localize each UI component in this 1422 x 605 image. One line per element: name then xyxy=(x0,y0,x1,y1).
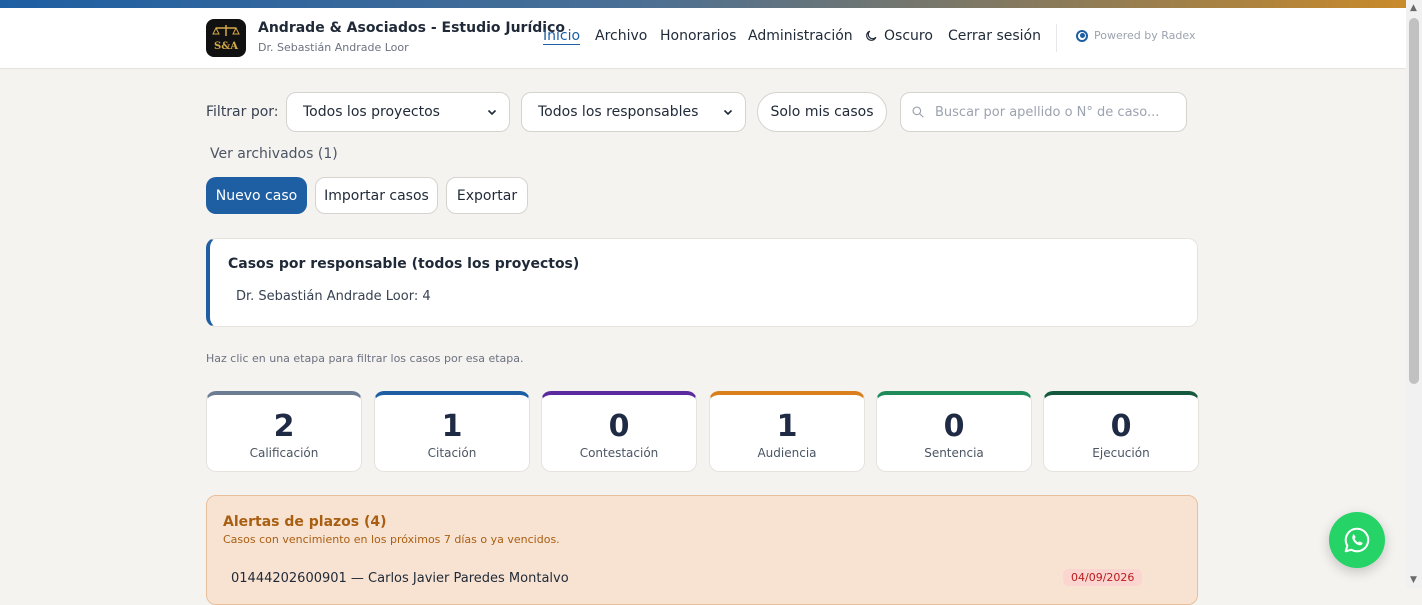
project-select[interactable]: Todos los proyectos xyxy=(286,92,510,132)
chevron-down-icon xyxy=(723,109,733,116)
stage-label: Citación xyxy=(427,446,477,460)
firm-logo[interactable]: S&A xyxy=(206,19,246,57)
stage-card-citacion[interactable]: 1 Citación xyxy=(374,391,530,472)
scroll-up-icon[interactable]: ▲ xyxy=(1410,3,1417,13)
firm-name: Andrade & Asociados - Estudio Jurídico xyxy=(258,20,565,36)
nav-honorarios[interactable]: Honorarios xyxy=(660,28,736,44)
view-archived-link[interactable]: Ver archivados (1) xyxy=(210,146,338,162)
stage-count: 0 xyxy=(943,409,965,444)
dark-mode-toggle[interactable]: Oscuro xyxy=(864,28,933,44)
export-button[interactable]: Exportar xyxy=(446,177,528,214)
stage-card-audiencia[interactable]: 1 Audiencia xyxy=(709,391,865,472)
stage-card-calificacion[interactable]: 2 Calificación xyxy=(206,391,362,472)
powered-by[interactable]: Powered by Radex xyxy=(1076,29,1195,42)
svg-text:S&A: S&A xyxy=(214,41,238,52)
deadline-alerts-title: Alertas de plazos (4) xyxy=(223,514,387,530)
whatsapp-icon xyxy=(1344,527,1370,553)
stage-count: 1 xyxy=(441,409,463,444)
stage-label: Ejecución xyxy=(1092,446,1150,460)
new-case-button[interactable]: Nuevo caso xyxy=(206,177,307,214)
dark-mode-label: Oscuro xyxy=(884,28,933,44)
deadline-alerts-subtitle: Casos con vencimiento en los próximos 7 … xyxy=(223,533,560,546)
alert-case-row[interactable]: 01444202600901 — Carlos Javier Paredes M… xyxy=(231,571,569,586)
stage-card-ejecucion[interactable]: 0 Ejecución xyxy=(1043,391,1199,472)
nav-administracion[interactable]: Administración xyxy=(748,28,853,44)
cases-by-owner-title: Casos por responsable (todos los proyect… xyxy=(228,256,580,272)
logout-link[interactable]: Cerrar sesión xyxy=(948,28,1041,44)
stage-label: Contestación xyxy=(579,446,659,460)
scroll-down-icon[interactable]: ▼ xyxy=(1410,575,1417,585)
stage-label: Calificación xyxy=(249,446,319,460)
page-scrollbar[interactable]: ▲ ▼ xyxy=(1406,0,1422,588)
project-select-value: Todos los proyectos xyxy=(303,104,440,120)
stage-count: 0 xyxy=(608,409,630,444)
deadline-alerts-panel: Alertas de plazos (4) Casos con vencimie… xyxy=(206,495,1198,605)
nav-archivo[interactable]: Archivo xyxy=(595,28,647,44)
my-cases-toggle[interactable]: Solo mis casos xyxy=(757,92,887,132)
header-divider xyxy=(1056,24,1057,52)
stage-count: 2 xyxy=(273,409,295,444)
search-input[interactable] xyxy=(933,103,1177,121)
powered-by-label: Powered by Radex xyxy=(1094,29,1196,42)
search-icon xyxy=(912,106,924,118)
radex-dot-icon xyxy=(1076,29,1088,42)
chevron-down-icon xyxy=(487,109,497,116)
scrollbar-thumb[interactable] xyxy=(1409,18,1419,384)
stage-label: Sentencia xyxy=(924,446,984,460)
cases-by-owner-card: Casos por responsable (todos los proyect… xyxy=(206,238,1198,327)
app-header: S&A Andrade & Asociados - Estudio Jurídi… xyxy=(0,8,1406,69)
top-accent-bar xyxy=(0,0,1406,8)
owner-select[interactable]: Todos los responsables xyxy=(521,92,746,132)
search-box[interactable] xyxy=(900,92,1187,132)
stage-count: 0 xyxy=(1110,409,1132,444)
stage-label: Audiencia xyxy=(757,446,817,460)
alert-due-date-badge: 04/09/2026 xyxy=(1063,569,1143,586)
nav-inicio[interactable]: Inicio xyxy=(543,28,580,44)
import-cases-button[interactable]: Importar casos xyxy=(315,177,438,214)
whatsapp-button[interactable] xyxy=(1329,512,1385,568)
scales-logo-icon: S&A xyxy=(212,25,240,52)
owner-case-count: Dr. Sebastián Andrade Loor: 4 xyxy=(236,289,431,304)
stage-card-contestacion[interactable]: 0 Contestación xyxy=(541,391,697,472)
moon-icon xyxy=(866,30,877,41)
filter-label: Filtrar por: xyxy=(206,104,279,120)
owner-select-value: Todos los responsables xyxy=(538,104,699,120)
firm-owner: Dr. Sebastián Andrade Loor xyxy=(258,41,409,54)
stage-filter-hint: Haz clic en una etapa para filtrar los c… xyxy=(206,352,524,365)
stage-count: 1 xyxy=(776,409,798,444)
stage-card-sentencia[interactable]: 0 Sentencia xyxy=(876,391,1032,472)
